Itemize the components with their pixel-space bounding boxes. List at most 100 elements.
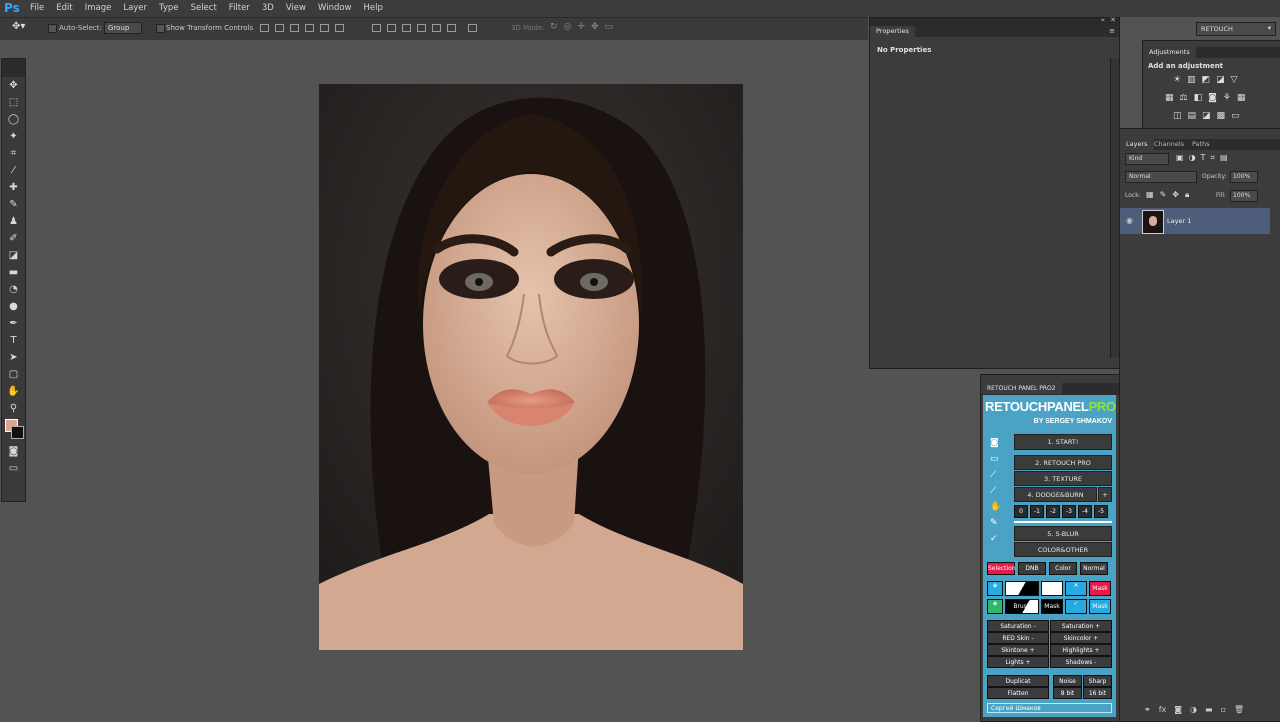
brush-label-tile[interactable]: Brush (1005, 599, 1039, 614)
camera-icon[interactable]: ◙ (990, 435, 1004, 451)
gradient-map-icon[interactable]: ▩ (1217, 111, 1226, 121)
tab-channels[interactable]: Channels (1148, 139, 1190, 150)
crop-tool-icon[interactable]: ⌗ (2, 145, 25, 162)
add-mask-icon[interactable]: ◙ (1174, 705, 1182, 714)
levels-icon[interactable]: ▥ (1187, 75, 1196, 85)
blend-mode-dropdown[interactable]: Normal (1125, 171, 1197, 183)
close-icon[interactable]: ✕ (1110, 16, 1116, 24)
3d-scale-icon[interactable]: ▭ (605, 22, 614, 32)
level-button-4[interactable]: -4 (1078, 505, 1092, 518)
brush-white-tile[interactable] (1041, 581, 1063, 596)
new-layer-icon[interactable]: ▫ (1221, 705, 1226, 714)
magic-wand-tool-icon[interactable]: ✦ (2, 128, 25, 145)
quick-mask-icon[interactable]: ◙ (2, 443, 25, 460)
opacity-input[interactable]: 100% (1230, 171, 1258, 183)
auto-select-checkbox[interactable] (48, 24, 57, 33)
menu-layer[interactable]: Layer (117, 3, 153, 13)
screen-mode-icon[interactable]: ▭ (2, 460, 25, 477)
normal-button[interactable]: Normal (1080, 562, 1108, 575)
visibility-eye-icon[interactable]: ◉ (1126, 216, 1133, 225)
saturation-minus-button[interactable]: Saturation - (987, 620, 1049, 632)
adjustment-layer-icon[interactable]: ◑ (1190, 705, 1197, 714)
bandage-icon[interactable]: ⟋ (990, 467, 1004, 483)
level-button-3[interactable]: -3 (1062, 505, 1076, 518)
distribute-top-icon[interactable] (372, 24, 381, 32)
level-slider[interactable] (1014, 521, 1112, 523)
cross-icon[interactable]: ✕ (1065, 581, 1087, 596)
distribute-left-icon[interactable] (417, 24, 426, 32)
posterize-icon[interactable]: ▤ (1188, 111, 1197, 121)
healing-brush-tool-icon[interactable]: ✚ (2, 179, 25, 196)
tab-paths[interactable]: Paths (1186, 139, 1216, 150)
clone-stamp-tool-icon[interactable]: ♟ (2, 213, 25, 230)
lock-all-icon[interactable]: 🔒︎ (1185, 190, 1189, 200)
lock-position-icon[interactable]: ✥ (1172, 190, 1179, 200)
menu-select[interactable]: Select (185, 3, 223, 13)
level-button-2[interactable]: -2 (1046, 505, 1060, 518)
align-left-icon[interactable] (305, 24, 314, 32)
distribute-bottom-icon[interactable] (402, 24, 411, 32)
color-other-button[interactable]: COLOR&OTHER (1014, 542, 1112, 557)
layer-row[interactable]: ◉ Layer 1 (1120, 208, 1270, 234)
history-brush-tool-icon[interactable]: ✐ (2, 230, 25, 247)
gradient-tool-icon[interactable]: ▬ (2, 264, 25, 281)
menu-window[interactable]: Window (312, 3, 358, 13)
eraser-tool-icon[interactable]: ◪ (2, 247, 25, 264)
brush-white-black-tile[interactable] (1005, 581, 1039, 596)
marquee-tool-icon[interactable]: ⬚ (2, 94, 25, 111)
start-button[interactable]: 1. START! (1014, 434, 1112, 450)
3d-pan-icon[interactable]: ✛ (577, 22, 585, 32)
distribute-right-icon[interactable] (447, 24, 456, 32)
ruler-icon[interactable]: ▭ (990, 451, 1004, 467)
lock-pixels-icon[interactable]: ✎ (1160, 190, 1167, 200)
distribute-vcenter-icon[interactable] (387, 24, 396, 32)
menu-edit[interactable]: Edit (50, 3, 78, 13)
align-vcenter-icon[interactable] (275, 24, 284, 32)
mask-black-tile[interactable]: Mask (1041, 599, 1063, 614)
dnb-button[interactable]: DNB (1018, 562, 1046, 575)
hue-saturation-icon[interactable]: ▦ (1165, 93, 1174, 103)
3d-slide-icon[interactable]: ✥ (591, 22, 599, 32)
mask-red-tile[interactable]: Mask (1089, 581, 1111, 596)
properties-scrollbar[interactable] (1110, 58, 1119, 358)
mask-blue-tile[interactable]: Mask (1089, 599, 1111, 614)
document-canvas[interactable] (319, 84, 743, 650)
check-icon[interactable]: ✓ (1065, 599, 1087, 614)
skintone-plus-button[interactable]: Skintone + (987, 644, 1049, 656)
channel-mixer-icon[interactable]: ⚘ (1223, 93, 1231, 103)
menu-filter[interactable]: Filter (223, 3, 256, 13)
color-balance-icon[interactable]: ⚖ (1180, 93, 1188, 103)
type-tool-icon[interactable]: T (2, 332, 25, 349)
skincolor-plus-button[interactable]: Skincolor + (1050, 632, 1112, 644)
duplicat-button[interactable]: Duplicat (987, 675, 1049, 687)
sharp-button[interactable]: Sharp (1083, 675, 1112, 687)
flatten-button[interactable]: Flatten (987, 687, 1049, 699)
path-selection-tool-icon[interactable]: ➤ (2, 349, 25, 366)
drop-icon[interactable]: ◈ (987, 581, 1003, 596)
filter-kind-dropdown[interactable]: Kind (1125, 153, 1169, 165)
level-button-0[interactable]: 0 (1014, 505, 1028, 518)
menu-file[interactable]: File (24, 3, 50, 13)
level-button-5[interactable]: -5 (1094, 505, 1108, 518)
curves-icon[interactable]: ◩ (1202, 75, 1211, 85)
tab-retouch-panel[interactable]: RETOUCH PANEL PRO2 (981, 383, 1062, 394)
panel-menu-icon[interactable]: ≡ (1109, 27, 1115, 35)
selective-color-icon[interactable]: ▭ (1231, 111, 1240, 121)
brush-tool-icon[interactable]: ✎ (2, 196, 25, 213)
exposure-icon[interactable]: ◪ (1216, 75, 1225, 85)
3d-roll-icon[interactable]: ◎ (564, 22, 572, 32)
color-button[interactable]: Color (1049, 562, 1077, 575)
menu-help[interactable]: Help (358, 3, 389, 13)
align-top-icon[interactable] (260, 24, 269, 32)
noise-button[interactable]: Noise (1053, 675, 1082, 687)
filter-smart-icon[interactable]: ▤ (1220, 153, 1228, 163)
3d-rotate-icon[interactable]: ↻ (550, 22, 558, 32)
move-tool-icon[interactable]: ✥ (2, 77, 25, 94)
filter-shape-icon[interactable]: ⌗ (1210, 153, 1215, 163)
workspace-dropdown[interactable]: RETOUCH ▾ (1196, 22, 1276, 36)
black-white-icon[interactable]: ◧ (1194, 93, 1203, 103)
selection-button[interactable]: Selection (987, 562, 1016, 575)
menu-view[interactable]: View (280, 3, 312, 13)
dodge-burn-button[interactable]: 4. DODGE&BURN (1014, 487, 1097, 502)
level-button-1[interactable]: -1 (1030, 505, 1044, 518)
